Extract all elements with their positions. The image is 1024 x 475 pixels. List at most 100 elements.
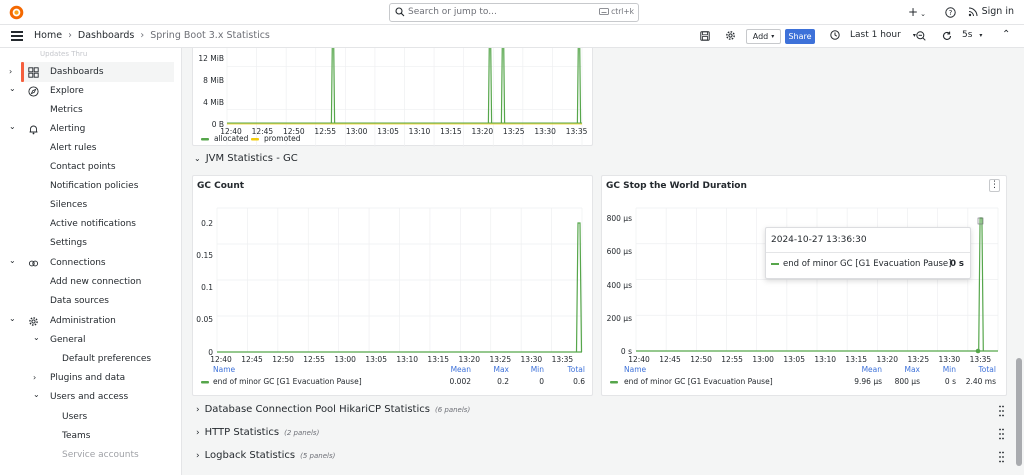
drag-handle-icon[interactable] (999, 405, 1004, 417)
chevron-down-icon[interactable]: ⌄ (9, 256, 16, 265)
sidebar-item-plugins-and-data[interactable]: › Plugins and data (0, 370, 181, 388)
memory-allocation-panel[interactable]: 12 MiB 8 MiB 4 MiB 0 B 12:40 12:45 12:50 12:55 1… (192, 48, 593, 147)
sidebar-item-general[interactable]: ⌄ General (0, 332, 181, 350)
hover-point (975, 348, 981, 354)
drag-handle-icon[interactable] (999, 451, 1004, 463)
sidebar-item-data-sources[interactable]: Data sources (0, 293, 181, 311)
breadcrumb-home[interactable]: Home (34, 30, 62, 41)
sidebar-item-explore[interactable]: ⌄ Explore (0, 83, 181, 101)
help-icon[interactable]: ? (945, 7, 956, 18)
gear-icon (29, 317, 38, 326)
sidebar-item-alert-rules[interactable]: Alert rules (0, 140, 181, 158)
search-input[interactable]: Search or jump to... ctrl+k (389, 3, 639, 22)
x-tick-label: 13:30 (521, 355, 543, 364)
drag-handle-icon[interactable] (999, 428, 1004, 440)
svg-text:?: ? (949, 9, 953, 17)
sidebar-item-label: Plugins and data (50, 373, 126, 383)
legend-series-name: end of minor GC [G1 Evacuation Pause] (213, 377, 362, 386)
menu-toggle-icon[interactable] (11, 31, 23, 41)
legend-header: Mean (862, 365, 883, 374)
sidebar-item-metrics[interactable]: Metrics (0, 102, 181, 120)
row-hikaricp-statistics[interactable]: › Database Connection Pool HikariCP Stat… (196, 404, 470, 415)
settings-gear-icon[interactable] (725, 30, 736, 41)
legend-stat-value: 0 s (945, 377, 956, 386)
scrollbar-thumb[interactable] (1016, 358, 1022, 466)
sidebar-item-add-new-connection[interactable]: Add new connection (0, 274, 181, 292)
breadcrumb-dashboards[interactable]: Dashboards (78, 30, 135, 41)
zoom-out-icon[interactable] (916, 31, 926, 41)
time-range-picker[interactable]: Last 1 hour ▾ (830, 30, 916, 40)
x-tick-label: 13:15 (845, 355, 867, 364)
share-button[interactable]: Share (785, 29, 815, 44)
sidebar-item-notification-policies[interactable]: Notification policies (0, 178, 181, 196)
dashboard-canvas: 12 MiB 8 MiB 4 MiB 0 B 12:40 12:45 12:50 12:55 1… (182, 48, 1012, 475)
sidebar-item-silences[interactable]: Silences (0, 197, 181, 215)
legend-header: Min (943, 365, 957, 374)
chevron-down-icon[interactable]: ⌄ (33, 390, 40, 399)
collapse-toolbar-icon[interactable]: ⌃ (1002, 29, 1010, 40)
legend-series-name: end of minor GC [G1 Evacuation Pause] (624, 377, 773, 386)
sidebar-item-active-notifications[interactable]: Active notifications (0, 216, 181, 234)
refresh-icon[interactable] (942, 31, 952, 41)
sidebar-item-users[interactable]: Users (0, 409, 181, 427)
x-tick-label: 13:35 (552, 355, 574, 364)
x-tick-label: 12:40 (628, 355, 650, 364)
sign-in-link[interactable]: Sign in (982, 6, 1014, 17)
chart-tooltip: 2024-10-27 13:36:30 end of minor GC [G1 … (765, 227, 971, 279)
chevron-down-icon[interactable]: ⌄ (9, 84, 16, 93)
sidebar-item-dashboards[interactable]: › Dashboards (0, 64, 181, 82)
grafana-logo-icon[interactable] (8, 4, 25, 21)
row-http-statistics[interactable]: › HTTP Statistics (2 panels) (196, 427, 319, 438)
y-tick-label: 8 MiB (203, 76, 224, 85)
row-jvm-statistics-gc[interactable]: ⌄ JVM Statistics - GC (194, 153, 298, 164)
chevron-down-icon[interactable]: ⌄ (33, 333, 40, 342)
rss-icon[interactable] (968, 7, 978, 17)
sidebar-item-label: Metrics (50, 105, 83, 115)
legend-stat-value: 2.40 ms (966, 377, 996, 386)
sidebar-item-users-and-access[interactable]: ⌄ Users and access (0, 389, 181, 407)
sidebar-item-administration[interactable]: ⌄ Administration (0, 313, 181, 331)
chevron-down-icon: ⌄ (194, 154, 201, 163)
search-placeholder: Search or jump to... (408, 7, 497, 17)
legend-stat-value: 0 (539, 377, 544, 386)
sidebar-item-label: Connections (50, 258, 106, 268)
chevron-down-icon[interactable]: ⌄ (9, 122, 16, 131)
sidebar-item-service-accounts[interactable]: Service accounts (0, 447, 181, 465)
series-spike (575, 222, 583, 353)
gc-stw-panel[interactable]: GC Stop the World Duration ⋮ 800 µs 600 µ… (601, 175, 1007, 396)
sidebar-item-alerting[interactable]: ⌄ Alerting (0, 121, 181, 139)
bell-icon (29, 125, 38, 135)
x-tick-label: 13:20 (472, 127, 494, 136)
tooltip-series: end of minor GC [G1 Evacuation Pause] (771, 259, 951, 269)
row-logback-statistics[interactable]: › Logback Statistics (5 panels) (196, 450, 335, 461)
chevron-right-icon[interactable]: › (33, 373, 36, 382)
legend-swatch (201, 138, 209, 141)
sidebar-item-label: Notification policies (50, 181, 139, 191)
legend-stat-value: 800 µs (895, 377, 920, 386)
refresh-interval-picker[interactable]: 5s ▾ (962, 30, 982, 40)
sidebar-item-connections[interactable]: ⌄ Connections (0, 255, 181, 273)
sidebar-item-settings[interactable]: Settings (0, 235, 181, 253)
add-button[interactable]: Add ▾ (746, 29, 781, 44)
sidebar-item-label: Alerting (50, 124, 86, 134)
chevron-down-icon[interactable]: ⌄ (9, 314, 16, 323)
series-spike (487, 48, 493, 124)
gc-count-panel[interactable]: GC Count 0.2 0.15 0.1 0.05 0 12:40 12:45 12:50 1… (192, 175, 593, 396)
legend-header: Min (531, 365, 545, 374)
sidebar-item-teams[interactable]: Teams (0, 428, 181, 446)
legend-label: allocated (214, 134, 249, 143)
sidebar-item-label: Dashboards (50, 67, 104, 77)
save-icon[interactable] (700, 31, 710, 41)
legend-swatch (201, 381, 209, 384)
sidebar-item-default-preferences[interactable]: Default preferences (0, 351, 181, 369)
chevron-right-icon: › (196, 451, 200, 461)
legend-header: Total (977, 365, 996, 374)
x-tick-label: 13:05 (377, 127, 399, 136)
sidebar-item-label: Settings (50, 238, 87, 248)
sidebar-item-contact-points[interactable]: Contact points (0, 159, 181, 177)
x-tick-label: 13:00 (346, 127, 368, 136)
add-new-button[interactable]: + ⌄ (908, 5, 926, 19)
legend-stat-value: 0.002 (450, 377, 472, 386)
chevron-right-icon[interactable]: › (9, 67, 12, 76)
tooltip-time: 2024-10-27 13:36:30 (771, 235, 867, 245)
